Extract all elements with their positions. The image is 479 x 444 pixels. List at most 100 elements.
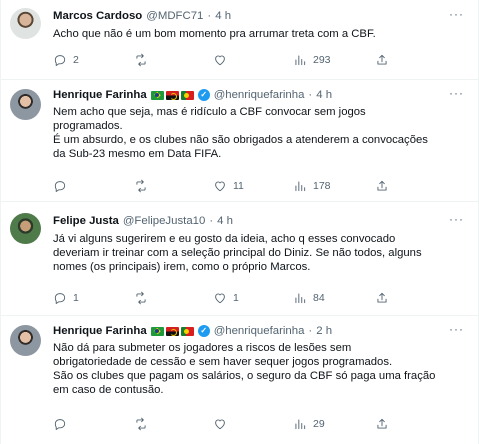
like-button[interactable] [213, 52, 233, 68]
retweet-icon [136, 417, 146, 431]
author-name[interactable]: Marcos Cardoso [53, 8, 142, 24]
separator-dot: · [308, 325, 313, 337]
tweet-time[interactable]: 2 h [316, 323, 332, 339]
tweet[interactable]: Henrique Farinha ✓ @henriquefarinha · 2 … [1, 316, 478, 444]
reply-count: 2 [73, 54, 79, 66]
tweet-text: Acho que não é um bom momento pra arruma… [53, 27, 468, 41]
views-button[interactable]: 178 [293, 178, 331, 194]
avatar[interactable] [10, 325, 41, 356]
verified-badge-icon[interactable]: ✓ [197, 89, 210, 101]
tweet-text-line: Acho que não é um bom momento pra arruma… [53, 28, 376, 40]
author-name[interactable]: Felipe Justa [53, 213, 119, 229]
flag-brazil-icon [150, 90, 164, 100]
author-handle[interactable]: @henriquefarinha [214, 323, 305, 339]
like-button[interactable]: 11 [213, 178, 244, 194]
share-button[interactable] [375, 290, 389, 306]
profile-badges: ✓ [150, 89, 210, 101]
tweet-text-line: Já vi alguns sugerirem e eu gosto da ide… [53, 233, 396, 245]
like-icon [215, 181, 225, 192]
reply-button[interactable] [53, 416, 73, 432]
flag-portugal-icon [180, 90, 194, 100]
tweet-text-line: nomes (os principais) irem, como o própr… [53, 261, 311, 273]
tweet-text-line: São os clubes que pagam os salários, o s… [53, 370, 436, 382]
share-button[interactable] [375, 52, 389, 68]
retweet-button[interactable] [134, 290, 154, 306]
separator-dot: · [207, 10, 212, 22]
share-icon [377, 418, 387, 429]
retweet-icon [136, 291, 146, 305]
tweet[interactable]: Felipe Justa @FelipeJusta10 · 4 h ··· Já… [1, 202, 478, 316]
views-icon [295, 55, 306, 66]
flag-angola-icon [165, 90, 179, 100]
tweet-time[interactable]: 4 h [217, 213, 233, 229]
tweet-text: Nem acho que seja, mas é ridículo a CBF … [53, 105, 468, 161]
flag-portugal-icon [180, 326, 194, 336]
retweet-icon [136, 53, 146, 67]
verified-badge-icon[interactable]: ✓ [197, 325, 210, 337]
tweet-text-line: Nem acho que seja, mas é ridículo a CBF … [53, 106, 366, 118]
reply-button[interactable] [53, 178, 73, 194]
tweet-time[interactable]: 4 h [215, 8, 231, 24]
reply-button[interactable]: 1 [53, 290, 79, 306]
like-button[interactable] [213, 416, 233, 432]
tweet[interactable]: Marcos Cardoso @MDFC71 · 4 h ··· Acho qu… [1, 0, 478, 80]
tweet-text-line: obrigatoriedade de cessão e sem haver se… [53, 356, 393, 368]
more-icon[interactable]: ··· [449, 7, 464, 21]
views-button[interactable]: 29 [293, 416, 325, 432]
tweet-text-line: deveriam ir treinar com a seleção princi… [53, 247, 422, 259]
share-icon [377, 292, 387, 303]
tweet-header: Felipe Justa @FelipeJusta10 · 4 h [53, 213, 233, 229]
flag-angola-icon [165, 326, 179, 336]
reply-icon [54, 419, 66, 431]
timeline: Marcos Cardoso @MDFC71 · 4 h ··· Acho qu… [0, 0, 479, 444]
author-name[interactable]: Henrique Farinha [53, 323, 147, 339]
views-count: 29 [313, 418, 325, 430]
tweet-text-line: em caso de contusão. [53, 384, 164, 396]
reply-icon [54, 293, 66, 305]
author-handle[interactable]: @FelipeJusta10 [123, 213, 205, 229]
views-button[interactable]: 84 [293, 290, 325, 306]
tweet-text: Já vi alguns sugerirem e eu gosto da ide… [53, 232, 468, 274]
share-icon [377, 180, 387, 191]
like-icon [215, 419, 225, 430]
tweet-time[interactable]: 4 h [316, 87, 332, 103]
retweet-icon [136, 179, 146, 193]
tweet[interactable]: Henrique Farinha ✓ @henriquefarinha · 4 … [1, 80, 478, 202]
like-icon [215, 293, 225, 304]
like-count: 11 [233, 180, 244, 192]
views-count: 178 [313, 180, 331, 192]
more-icon[interactable]: ··· [449, 86, 464, 100]
more-icon[interactable]: ··· [449, 322, 464, 336]
retweet-button[interactable] [134, 178, 154, 194]
share-icon [377, 54, 387, 65]
author-handle[interactable]: @MDFC71 [146, 8, 203, 24]
tweet-text-line: É um absurdo, e os clubes não são obriga… [53, 134, 428, 146]
avatar[interactable] [10, 8, 41, 39]
separator-dot: · [308, 89, 313, 101]
avatar[interactable] [10, 213, 41, 244]
profile-badges: ✓ [150, 325, 210, 337]
tweet-actions: 29 [53, 416, 468, 432]
more-icon[interactable]: ··· [449, 212, 464, 226]
tweet-text-line: da Sub-23 mesmo em Data FIFA. [53, 148, 222, 160]
tweet-actions: 2 293 [53, 52, 468, 68]
views-count: 84 [313, 292, 325, 304]
tweet-header: Marcos Cardoso @MDFC71 · 4 h [53, 8, 231, 24]
tweet-text-line: programados. [53, 120, 123, 132]
share-button[interactable] [375, 178, 389, 194]
reply-button[interactable]: 2 [53, 52, 79, 68]
tweet-header: Henrique Farinha ✓ @henriquefarinha · 4 … [53, 87, 332, 103]
retweet-button[interactable] [134, 416, 154, 432]
tweet-text: Não dá para submeter os jogadores a risc… [53, 341, 468, 397]
share-button[interactable] [375, 416, 389, 432]
tweet-text-line: Não dá para submeter os jogadores a risc… [53, 342, 352, 354]
author-handle[interactable]: @henriquefarinha [214, 87, 305, 103]
reply-icon [54, 181, 66, 193]
views-icon [295, 181, 306, 192]
avatar[interactable] [10, 89, 41, 120]
views-button[interactable]: 293 [293, 52, 331, 68]
like-button[interactable]: 1 [213, 290, 239, 306]
views-count: 293 [313, 54, 331, 66]
retweet-button[interactable] [134, 52, 154, 68]
author-name[interactable]: Henrique Farinha [53, 87, 147, 103]
